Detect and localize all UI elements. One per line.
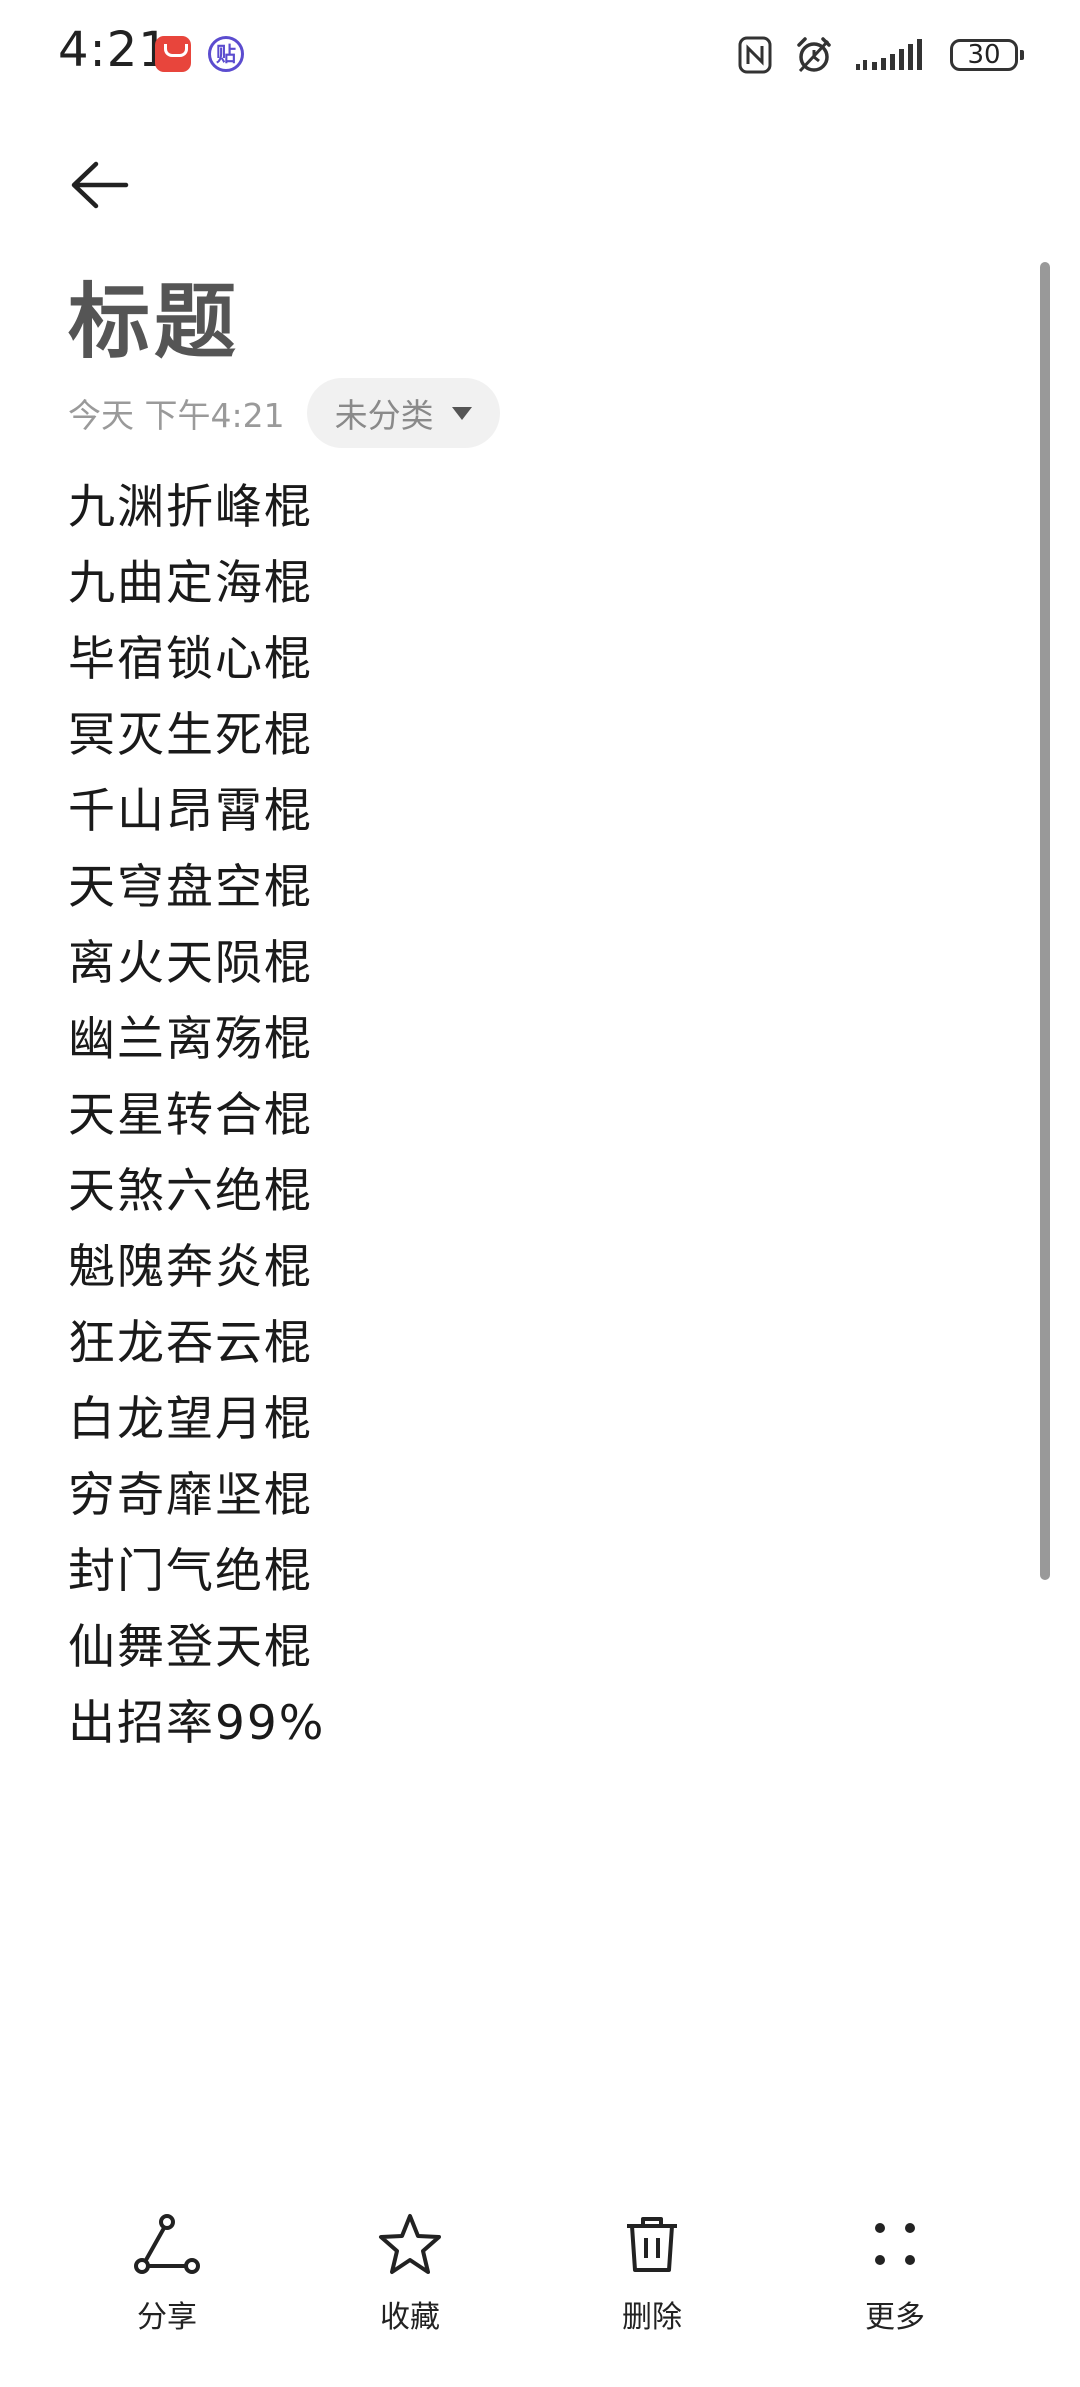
scrollbar[interactable] — [1040, 262, 1050, 1580]
note-date: 今天 下午4:21 — [68, 396, 285, 435]
note-line: 冥灭生死棍 — [68, 708, 313, 763]
note-line: 穷奇靡坚棍 — [68, 1468, 313, 1523]
share-label: 分享 — [137, 2300, 197, 2335]
note-line: 封门气绝棍 — [68, 1544, 313, 1599]
huawei-store-icon — [155, 36, 191, 72]
note-line: 魁隗奔炎棍 — [68, 1240, 313, 1295]
delete-button[interactable]: 删除 — [572, 2200, 732, 2350]
tie-app-icon: 贴 — [208, 36, 244, 72]
note-line: 天煞六绝棍 — [68, 1164, 313, 1219]
note-line: 仙舞登天棍 — [68, 1620, 313, 1675]
share-button[interactable]: 分享 — [87, 2200, 247, 2350]
favorite-label: 收藏 — [380, 2300, 440, 2335]
trash-icon — [627, 2217, 677, 2272]
delete-label: 删除 — [622, 2300, 682, 2335]
note-line: 毕宿锁心棍 — [68, 632, 313, 687]
chevron-down-icon — [451, 406, 472, 420]
note-line: 幽兰离殇棍 — [68, 1012, 313, 1067]
star-icon — [379, 2214, 441, 2274]
signal-icon — [856, 38, 928, 72]
back-button[interactable] — [66, 150, 136, 220]
note-line: 离火天陨棍 — [68, 936, 313, 991]
note-line: 天穹盘空棍 — [68, 860, 313, 915]
favorite-button[interactable]: 收藏 — [330, 2200, 490, 2350]
note-line: 狂龙吞云棍 — [68, 1316, 313, 1371]
nfc-icon — [738, 36, 772, 74]
share-icon — [134, 2214, 200, 2274]
bottom-toolbar: 分享 收藏 删除 更多 — [0, 2200, 1080, 2350]
category-label: 未分类 — [334, 396, 434, 435]
note-line: 九曲定海棍 — [68, 556, 313, 611]
more-label: 更多 — [865, 2300, 925, 2335]
more-button[interactable]: 更多 — [815, 2200, 975, 2350]
note-meta: 今天 下午4:21 未分类 — [68, 378, 500, 448]
arrow-left-icon — [71, 161, 129, 209]
note-line: 出招率99% — [68, 1696, 326, 1751]
note-title[interactable]: 标题 — [68, 255, 240, 374]
note-body[interactable]: 九渊折峰棍九曲定海棍毕宿锁心棍冥灭生死棍千山昂霄棍天穹盘空棍离火天陨棍幽兰离殇棍… — [68, 470, 968, 1762]
battery-icon: 30 — [950, 39, 1024, 71]
note-line: 白龙望月棍 — [68, 1392, 313, 1447]
more-dots-icon — [875, 2223, 915, 2265]
category-dropdown[interactable]: 未分类 — [306, 378, 500, 448]
alarm-icon — [794, 35, 834, 75]
note-line: 天星转合棍 — [68, 1088, 313, 1143]
note-line: 千山昂霄棍 — [68, 784, 313, 839]
status-time: 4:21 — [58, 22, 170, 78]
note-line: 九渊折峰棍 — [68, 480, 313, 535]
status-icons: 30 — [738, 30, 1024, 80]
status-bar: 4:21 贴 30 — [0, 0, 1080, 110]
